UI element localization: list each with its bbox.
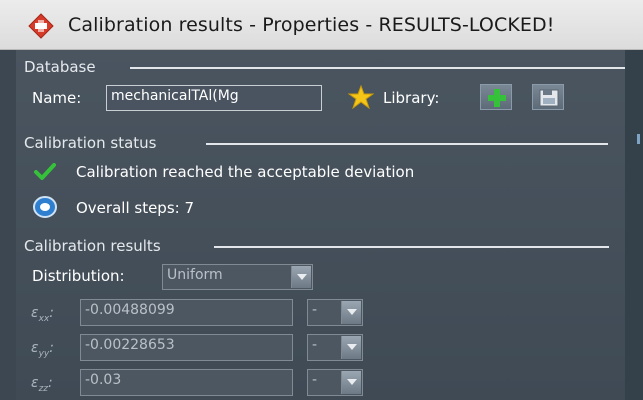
star-icon bbox=[348, 85, 374, 109]
scroll-marker bbox=[637, 134, 640, 144]
epsilon-xx-label: εxx: bbox=[31, 305, 54, 324]
chevron-down-icon bbox=[341, 371, 361, 394]
calibration-results-header: Calibration results bbox=[24, 237, 161, 255]
status-message: Calibration reached the acceptable devia… bbox=[76, 163, 415, 181]
chevron-down-icon bbox=[341, 301, 361, 324]
add-to-library-button[interactable] bbox=[480, 84, 512, 110]
save-library-button[interactable] bbox=[532, 84, 564, 110]
results-divider bbox=[214, 246, 609, 248]
epsilon-xx-input[interactable]: -0.00488099 bbox=[80, 299, 293, 326]
database-section-header: Database bbox=[24, 58, 96, 76]
overall-steps-text: Overall steps: 7 bbox=[76, 199, 195, 217]
status-divider bbox=[206, 143, 608, 145]
epsilon-xx-unit-select[interactable]: - bbox=[307, 299, 363, 326]
app-logo-icon bbox=[28, 13, 54, 39]
epsilon-yy-unit-select[interactable]: - bbox=[307, 334, 363, 361]
calibration-status-header: Calibration status bbox=[24, 134, 157, 152]
name-label: Name: bbox=[32, 89, 82, 107]
database-divider bbox=[130, 67, 625, 69]
checkmark-icon bbox=[34, 163, 56, 180]
window-title: Calibration results - Properties - RESUL… bbox=[68, 14, 555, 36]
epsilon-yy-input[interactable]: -0.00228653 bbox=[80, 334, 293, 361]
plus-icon bbox=[488, 89, 506, 107]
library-save-icon bbox=[539, 89, 559, 107]
steps-icon bbox=[33, 196, 57, 218]
chevron-down-icon bbox=[291, 266, 311, 288]
window-titlebar: Calibration results - Properties - RESUL… bbox=[0, 0, 643, 50]
epsilon-zz-unit-select[interactable]: - bbox=[307, 369, 363, 396]
distribution-value: Uniform bbox=[167, 267, 223, 283]
epsilon-zz-label: εzz: bbox=[31, 375, 53, 394]
scroll-strip[interactable] bbox=[625, 50, 643, 400]
name-input[interactable]: mechanicalTAl(Mg bbox=[106, 85, 322, 111]
chevron-down-icon bbox=[341, 336, 361, 359]
distribution-label: Distribution: bbox=[32, 267, 125, 285]
library-label: Library: bbox=[383, 89, 440, 107]
distribution-select[interactable]: Uniform bbox=[162, 264, 313, 290]
epsilon-zz-input[interactable]: -0.03 bbox=[80, 369, 293, 396]
epsilon-yy-label: εyy: bbox=[31, 340, 54, 359]
